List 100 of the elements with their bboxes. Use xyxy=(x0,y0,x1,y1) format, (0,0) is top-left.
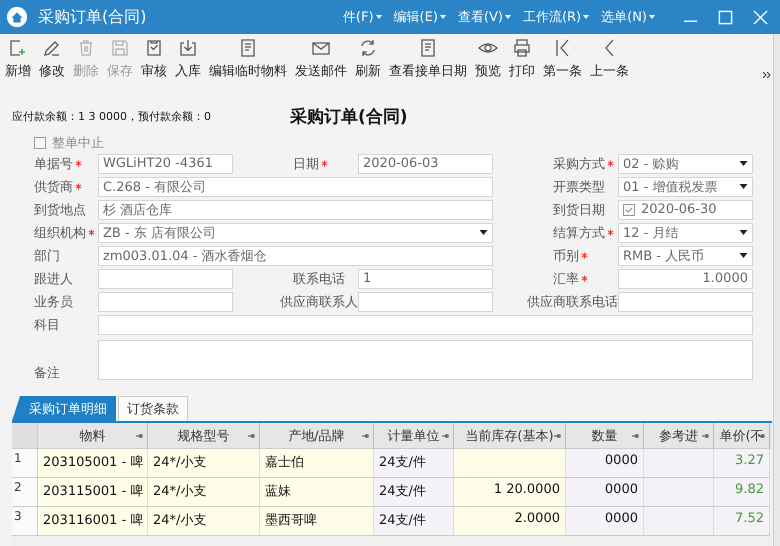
toolbar-button[interactable]: 上一条 xyxy=(589,38,636,80)
input-field[interactable]: ZB - 东 店有限公司 xyxy=(98,222,493,242)
field-label: 汇率 xyxy=(553,270,579,288)
menu-item[interactable]: 工作流(R) xyxy=(522,8,590,26)
field-label: 科目 xyxy=(34,316,60,334)
checkbox[interactable] xyxy=(34,137,46,149)
field-label: 日期 xyxy=(293,156,319,172)
field-label: 联系电话 xyxy=(293,270,345,288)
input-field[interactable] xyxy=(98,340,753,380)
toolbar-button[interactable]: 入库 xyxy=(174,38,208,80)
dropdown-icon[interactable] xyxy=(739,253,748,258)
menu-item[interactable]: 查看(V) xyxy=(458,8,511,26)
field-label: 业务员 xyxy=(34,294,73,310)
save-icon xyxy=(110,38,130,58)
input-field[interactable] xyxy=(358,292,493,312)
toolbar-button[interactable]: 审核 xyxy=(140,38,174,80)
toolbar-button[interactable]: 打印 xyxy=(508,38,542,80)
table-cell: 24支/件 xyxy=(374,478,454,507)
input-field[interactable]: C.268 - 有限公司 xyxy=(98,176,493,196)
row-number: 3 xyxy=(12,507,38,536)
balance-text: 应付款余额：1 3 0000，预付款余额：0 xyxy=(12,108,212,124)
input-field[interactable]: 01 - 增值税发票 xyxy=(618,176,753,196)
pin-icon[interactable] xyxy=(553,432,561,440)
field-label: 供应商联系人 xyxy=(280,294,358,310)
table-cell: 24*/小支 xyxy=(148,449,260,478)
table-cell: 嘉士伯 xyxy=(260,449,374,478)
input-field[interactable]: zm003.01.04 - 酒水香烟仓 xyxy=(98,246,493,266)
table-cell: 203115001 - 啤 xyxy=(38,478,148,507)
input-field[interactable] xyxy=(98,268,233,288)
table-cell: 0000 xyxy=(566,478,644,507)
app-logo-icon xyxy=(6,6,28,28)
field-label: 单据号 xyxy=(34,156,73,172)
field-label: 采购方式 xyxy=(553,156,605,172)
input-field[interactable]: 02 - 赊购 xyxy=(618,154,753,174)
table-cell: 24支/件 xyxy=(374,449,454,478)
window-title: 采购订单(合同) xyxy=(38,6,146,28)
menu-item[interactable]: 选单(N) xyxy=(601,8,655,26)
maximize-icon[interactable] xyxy=(718,10,733,24)
printer-icon xyxy=(512,38,532,58)
table-cell: 24*/小支 xyxy=(148,507,260,536)
toolbar-button[interactable]: 第一条 xyxy=(542,38,589,80)
checkbox[interactable] xyxy=(623,204,635,216)
table-cell: 203105001 - 啤 xyxy=(38,449,148,478)
caret-icon xyxy=(376,15,382,19)
input-field[interactable] xyxy=(98,314,753,334)
download-icon xyxy=(178,38,198,58)
toolbar-button[interactable]: 发送邮件 xyxy=(294,38,354,80)
table-cell: 蓝妹 xyxy=(260,478,374,507)
field-label: 供货商 xyxy=(34,178,73,196)
toolbar-button[interactable]: 编辑临时物料 xyxy=(208,38,294,80)
dropdown-icon[interactable] xyxy=(739,184,748,189)
scrollbar[interactable] xyxy=(773,34,780,546)
menu-item[interactable]: 件(F) xyxy=(342,8,382,26)
row-number: 2 xyxy=(12,478,38,507)
toolbar-button[interactable]: 修改 xyxy=(38,38,72,80)
table-cell: 24*/小支 xyxy=(148,478,260,507)
table-cell: 0000 xyxy=(566,507,644,536)
new-document-icon xyxy=(8,38,28,58)
tab[interactable]: 订货条款 xyxy=(118,396,188,421)
input-field[interactable]: RMB - 人民币 xyxy=(618,246,753,266)
field-label: 组织机构 xyxy=(34,224,86,242)
form-title: 采购订单(合同) xyxy=(290,106,408,128)
dropdown-icon[interactable] xyxy=(739,161,748,166)
table-cell: 7.52 xyxy=(714,507,770,536)
pin-icon[interactable] xyxy=(135,432,143,440)
field-label: 币别 xyxy=(553,248,579,264)
close-icon[interactable] xyxy=(753,10,768,24)
input-field[interactable]: 1.0000 xyxy=(618,268,753,288)
input-field[interactable] xyxy=(98,292,233,312)
toolbar-button[interactable]: 预览 xyxy=(474,38,508,80)
table-cell: 2.0000 xyxy=(454,507,566,536)
input-field[interactable] xyxy=(618,292,753,312)
toolbar-button[interactable]: 刷新 xyxy=(354,38,388,80)
tab[interactable]: 采购订单明细 xyxy=(12,396,116,421)
menu-item[interactable]: 编辑(E) xyxy=(394,8,446,26)
field-label: 部门 xyxy=(34,248,60,264)
input-field[interactable]: WGLiHT20 -4361 xyxy=(98,154,233,174)
pin-icon[interactable] xyxy=(631,432,639,440)
caret-icon xyxy=(504,15,511,19)
field-label: 结算方式 xyxy=(553,224,605,242)
input-field[interactable]: 杉 酒店仓库 xyxy=(98,200,493,220)
caret-icon xyxy=(583,15,590,19)
field-label: 到货日期 xyxy=(553,202,605,218)
more-icon[interactable] xyxy=(763,72,771,78)
dropdown-icon[interactable] xyxy=(739,230,748,235)
input-field[interactable]: 12 - 月结 xyxy=(618,222,753,242)
input-field[interactable]: 1 xyxy=(358,268,493,288)
field-label: 开票类型 xyxy=(553,178,605,196)
pin-icon[interactable] xyxy=(441,432,449,440)
toolbar-button[interactable]: 新增 xyxy=(4,38,38,80)
pin-icon[interactable] xyxy=(247,432,255,440)
caret-icon xyxy=(649,15,655,19)
input-field[interactable]: 2020-06-30 xyxy=(618,200,753,220)
field-label: 备注 xyxy=(34,365,60,382)
caret-icon xyxy=(440,15,446,19)
pin-icon[interactable] xyxy=(701,432,709,440)
dropdown-icon[interactable] xyxy=(479,230,488,235)
input-field[interactable]: 2020-06-03 xyxy=(358,154,493,174)
toolbar-button[interactable]: 查看接单日期 xyxy=(388,38,474,80)
pin-icon[interactable] xyxy=(361,432,369,440)
